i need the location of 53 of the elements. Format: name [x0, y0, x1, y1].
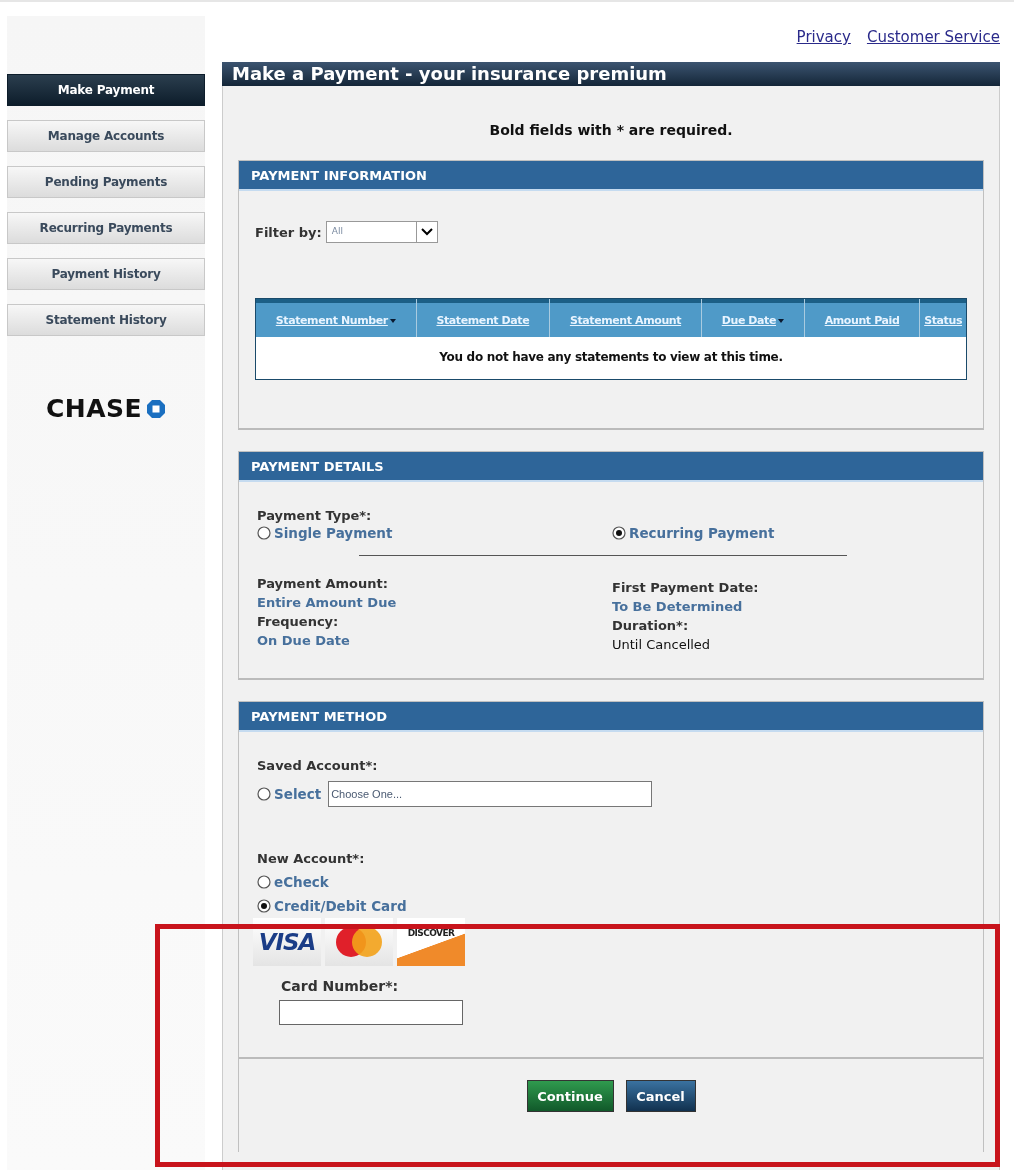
required-note: Bold fields with * are required.: [488, 121, 734, 140]
card-number-field[interactable]: [279, 1000, 463, 1025]
radio-button[interactable]: [612, 526, 626, 540]
sidebar-item[interactable]: Recurring Payments: [7, 212, 205, 244]
filter-dropdown[interactable]: All: [325, 221, 438, 243]
section-header: PAYMENT INFORMATION: [239, 161, 983, 191]
field-label: Frequency:: [257, 614, 339, 629]
top-link[interactable]: Customer Service: [866, 28, 1000, 62]
field-value[interactable]: To Be Determined: [612, 599, 967, 614]
option-label[interactable]: Recurring Payment: [629, 525, 775, 541]
continue-button[interactable]: Continue: [526, 1080, 614, 1112]
cancel-button[interactable]: Cancel: [625, 1080, 696, 1112]
sidebar-item[interactable]: Make Payment: [7, 74, 205, 106]
option-label[interactable]: Credit/Debit Card: [274, 898, 407, 914]
option-label[interactable]: eCheck: [274, 874, 329, 890]
sidebar-item[interactable]: Payment History: [7, 258, 205, 290]
octagon-logo-icon: [146, 398, 167, 419]
caret-icon: [420, 228, 433, 236]
saved-account-field[interactable]: Choose One...: [328, 781, 653, 807]
option-label[interactable]: Select: [274, 786, 322, 802]
sort-arrow-icon[interactable]: [389, 317, 396, 324]
radio-button[interactable]: [257, 526, 271, 540]
section-header: PAYMENT METHOD: [239, 702, 983, 732]
field-label: New Account*:: [257, 851, 365, 866]
option-label[interactable]: Single Payment: [274, 525, 393, 541]
field-label: Duration*:: [612, 618, 689, 633]
field-label: Payment Amount:: [257, 576, 388, 591]
column-header[interactable]: Status: [920, 299, 967, 337]
top-link[interactable]: Privacy: [796, 28, 851, 62]
sort-arrow-icon[interactable]: [778, 317, 785, 324]
column-header[interactable]: Statement Number: [256, 299, 417, 337]
filter-label: Filter by:: [255, 224, 322, 240]
sidebar-item[interactable]: Statement History: [7, 304, 205, 336]
field-label: Payment Type*:: [257, 508, 372, 523]
section-header: PAYMENT DETAILS: [239, 452, 983, 482]
radio-button[interactable]: [257, 875, 271, 889]
field-value: Until Cancelled: [612, 637, 712, 652]
column-header[interactable]: Statement Amount: [550, 299, 702, 337]
logo-text: CHASE: [45, 394, 143, 423]
radio-button[interactable]: [257, 787, 271, 801]
sidebar-item[interactable]: Manage Accounts: [7, 120, 205, 152]
empty-message: You do not have any statements to view at this time.: [438, 349, 784, 366]
field-label: Saved Account*:: [257, 758, 378, 773]
field-label: Card Number*:: [281, 978, 399, 994]
column-header[interactable]: Due Date: [701, 299, 805, 337]
page-title: Make a Payment - your insurance premium: [222, 61, 1000, 86]
column-header[interactable]: Statement Date: [416, 299, 551, 337]
column-header[interactable]: Amount Paid: [804, 299, 921, 337]
sidebar-item[interactable]: Pending Payments: [7, 166, 205, 198]
field-label: First Payment Date:: [612, 580, 759, 595]
field-value[interactable]: On Due Date: [257, 633, 612, 648]
field-value[interactable]: Entire Amount Due: [257, 595, 612, 610]
radio-button[interactable]: [257, 899, 271, 913]
